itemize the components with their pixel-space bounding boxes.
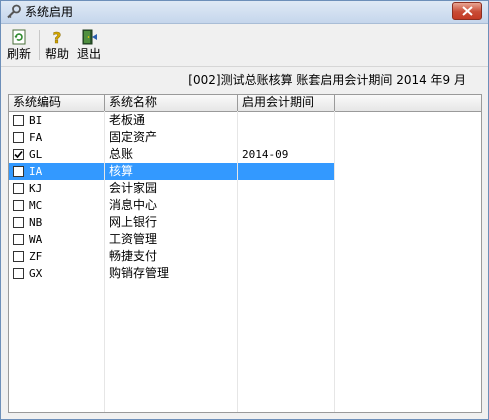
close-button[interactable] [452,2,482,20]
exit-label: 退出 [76,47,101,61]
system-code: GX [29,267,43,280]
checkmark-icon [14,150,23,159]
system-name-cell: 会计家园 [109,181,158,195]
enable-checkbox[interactable] [13,200,24,211]
enable-period-cell[interactable]: 2014-09 [238,146,334,163]
table-row[interactable]: ZF 畅捷支付 [9,248,481,265]
help-label: 帮助 [44,47,69,61]
system-name-cell: 购销存管理 [109,266,170,280]
window-title: 系统启用 [25,5,74,19]
table-row[interactable]: BI 老板通 [9,112,481,129]
system-code: FA [29,131,43,144]
system-code-cell: IA [9,163,104,180]
table-row[interactable]: NB 网上银行 [9,214,481,231]
account-period-info: [002]测试总账核算 账套启用会计期间 2014 年9 月 [188,73,466,87]
enable-period-cell[interactable] [238,180,334,197]
refresh-icon [12,29,26,45]
system-code: ZF [29,250,43,263]
enable-checkbox[interactable] [13,268,24,279]
system-name-cell: 消息中心 [109,198,158,212]
system-code-cell: WA [9,231,104,248]
column-header-code[interactable]: 系统编码 [9,95,105,111]
enable-checkbox[interactable] [13,183,24,194]
system-code: KJ [29,182,43,195]
table-row[interactable]: GL 总账 2014-09 [9,146,481,163]
system-code-cell: GL [9,146,104,163]
system-code: NB [29,216,43,229]
table-row[interactable]: MC 消息中心 [9,197,481,214]
system-code-cell: ZF [9,248,104,265]
system-name-cell: 核算 [105,163,237,180]
system-code-cell: GX [9,265,104,282]
enable-period-cell[interactable] [238,163,334,180]
table-row[interactable]: FA 固定资产 [9,129,481,146]
exit-button[interactable]: 退出 [75,26,103,64]
system-name-cell: 畅捷支付 [109,249,158,263]
system-code-cell: NB [9,214,104,231]
system-code: IA [29,165,43,178]
key-icon [7,4,21,19]
svg-text:?: ? [53,29,62,46]
enable-period-cell[interactable] [238,231,334,248]
table-row[interactable]: IA 核算 [9,163,481,180]
system-code: WA [29,233,43,246]
refresh-button[interactable]: 刷新 [5,26,33,64]
system-code-cell: MC [9,197,104,214]
enable-period-cell[interactable] [238,129,334,146]
exit-door-icon [82,29,97,45]
enable-checkbox[interactable] [13,251,24,262]
enable-checkbox[interactable] [13,132,24,143]
table-row[interactable]: GX 购销存管理 [9,265,481,282]
system-name-cell: 老板通 [109,113,146,127]
system-code-cell: BI [9,112,104,129]
system-enable-window: 系统启用 刷新 ? 帮助 退出 [002]测试总账核算 账套启用会计期间 201… [0,0,489,420]
enable-period-cell[interactable] [238,197,334,214]
enable-period-cell[interactable] [238,265,334,282]
enable-checkbox[interactable] [13,217,24,228]
enable-period-cell[interactable] [238,112,334,129]
system-code: GL [29,148,43,161]
toolbar-separator [39,30,40,60]
system-code: BI [29,114,43,127]
help-button[interactable]: ? 帮助 [43,26,71,64]
help-icon: ? [52,29,62,46]
enable-checkbox[interactable] [13,149,24,160]
system-list-grid[interactable]: 系统编码 系统名称 启用会计期间 BI 老板通 FA 固定资产 GL 总账 2014-09 I… [8,94,482,413]
toolbar: 刷新 ? 帮助 退出 [1,24,488,67]
column-header-period[interactable]: 启用会计期间 [238,95,335,111]
table-row[interactable]: KJ 会计家园 [9,180,481,197]
enable-period-cell[interactable] [238,248,334,265]
enable-period-cell[interactable] [238,214,334,231]
title-bar: 系统启用 [1,1,488,24]
table-row[interactable]: WA 工资管理 [9,231,481,248]
grid-header: 系统编码 系统名称 启用会计期间 [9,95,481,112]
enable-checkbox[interactable] [13,166,24,177]
system-code-cell: KJ [9,180,104,197]
system-name-cell: 网上银行 [109,215,158,229]
system-name-cell: 固定资产 [109,130,158,144]
enable-checkbox[interactable] [13,234,24,245]
system-code: MC [29,199,43,212]
system-name-cell: 工资管理 [109,232,158,246]
column-header-name[interactable]: 系统名称 [105,95,238,111]
system-name-cell: 总账 [109,147,134,161]
refresh-label: 刷新 [6,47,31,61]
close-icon [462,6,473,16]
system-code-cell: FA [9,129,104,146]
enable-checkbox[interactable] [13,115,24,126]
